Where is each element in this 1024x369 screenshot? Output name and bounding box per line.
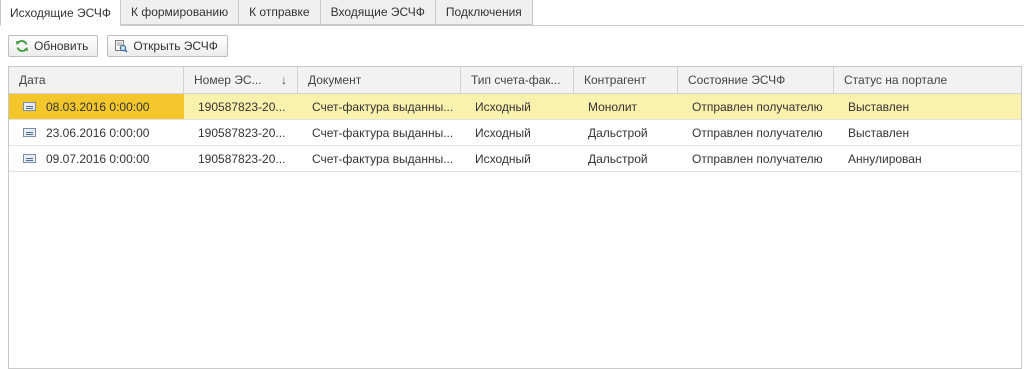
column-header-number[interactable]: Номер ЭС... ↓ bbox=[184, 67, 298, 93]
cell-portal-status: Выставлен bbox=[848, 99, 910, 114]
column-header-label: Документ bbox=[308, 73, 362, 87]
cell-date: 08.03.2016 0:00:00 bbox=[9, 94, 184, 119]
refresh-button-label: Обновить bbox=[34, 39, 89, 53]
table-row[interactable]: 09.07.2016 0:00:00 190587823-20... Счет-… bbox=[9, 146, 1021, 172]
tab-to-send[interactable]: К отправке bbox=[239, 0, 321, 25]
column-header-date[interactable]: Дата bbox=[9, 67, 184, 93]
document-icon bbox=[23, 154, 36, 163]
document-icon bbox=[23, 102, 36, 111]
column-header-label: Дата bbox=[19, 73, 46, 87]
table-header: Дата Номер ЭС... ↓ Документ Тип счета-фа… bbox=[9, 67, 1021, 94]
cell-portal-status: Аннулирован bbox=[848, 151, 922, 166]
cell-number: 190587823-20... bbox=[198, 151, 286, 166]
cell-document: Счет-фактура выданны... bbox=[312, 151, 454, 166]
cell-counterparty: Дальстрой bbox=[588, 151, 648, 166]
open-eschf-button[interactable]: Открыть ЭСЧФ bbox=[107, 35, 228, 57]
refresh-button[interactable]: Обновить bbox=[8, 35, 99, 57]
column-header-label: Статус на портале bbox=[844, 73, 948, 87]
cell-counterparty: Дальстрой bbox=[588, 125, 648, 140]
cell-portal-status: Выставлен bbox=[848, 125, 910, 140]
tab-incoming-eschf[interactable]: Входящие ЭСЧФ bbox=[320, 0, 436, 25]
cell-invoice-type: Исходный bbox=[475, 99, 531, 114]
cell-invoice-type: Исходный bbox=[475, 151, 531, 166]
toolbar: Обновить Открыть ЭСЧФ bbox=[8, 35, 228, 57]
cell-date-text: 23.06.2016 0:00:00 bbox=[46, 125, 150, 140]
tab-outgoing-eschf[interactable]: Исходящие ЭСЧФ bbox=[0, 0, 121, 26]
cell-document: Счет-фактура выданны... bbox=[312, 99, 454, 114]
cell-date-text: 09.07.2016 0:00:00 bbox=[46, 151, 150, 166]
tab-bar: Исходящие ЭСЧФ К формированию К отправке… bbox=[0, 0, 1024, 26]
cell-date: 09.07.2016 0:00:00 bbox=[9, 146, 184, 171]
document-icon bbox=[23, 128, 36, 137]
refresh-icon bbox=[16, 40, 28, 52]
cell-eschf-state: Отправлен получателю bbox=[692, 125, 823, 140]
column-header-label: Тип счета-фак... bbox=[471, 73, 561, 87]
column-header-label: Номер ЭС... bbox=[194, 73, 262, 87]
cell-number: 190587823-20... bbox=[198, 125, 286, 140]
eschf-table: Дата Номер ЭС... ↓ Документ Тип счета-фа… bbox=[8, 66, 1022, 369]
column-header-label: Контрагент bbox=[584, 73, 647, 87]
column-header-document[interactable]: Документ bbox=[298, 67, 461, 93]
tab-to-generate[interactable]: К формированию bbox=[121, 0, 240, 25]
cell-date-text: 08.03.2016 0:00:00 bbox=[46, 99, 150, 114]
cell-number: 190587823-20... bbox=[198, 99, 286, 114]
column-header-invoice-type[interactable]: Тип счета-фак... bbox=[461, 67, 574, 93]
cell-counterparty: Монолит bbox=[588, 99, 638, 114]
tab-connections[interactable]: Подключения bbox=[435, 0, 533, 25]
table-row[interactable]: 08.03.2016 0:00:00 190587823-20... Счет-… bbox=[9, 94, 1021, 120]
column-header-label: Состояние ЭСЧФ bbox=[688, 73, 786, 87]
cell-document: Счет-фактура выданны... bbox=[312, 125, 454, 140]
table-row[interactable]: 23.06.2016 0:00:00 190587823-20... Счет-… bbox=[9, 120, 1021, 146]
column-header-eschf-state[interactable]: Состояние ЭСЧФ bbox=[678, 67, 834, 93]
open-eschf-button-label: Открыть ЭСЧФ bbox=[133, 39, 218, 53]
sort-descending-icon: ↓ bbox=[281, 73, 287, 87]
column-header-counterparty[interactable]: Контрагент bbox=[574, 67, 678, 93]
column-header-portal-status[interactable]: Статус на портале bbox=[834, 67, 1021, 93]
cell-eschf-state: Отправлен получателю bbox=[692, 99, 823, 114]
cell-date: 23.06.2016 0:00:00 bbox=[9, 120, 184, 145]
cell-eschf-state: Отправлен получателю bbox=[692, 151, 823, 166]
cell-invoice-type: Исходный bbox=[475, 125, 531, 140]
open-document-icon bbox=[115, 40, 128, 53]
